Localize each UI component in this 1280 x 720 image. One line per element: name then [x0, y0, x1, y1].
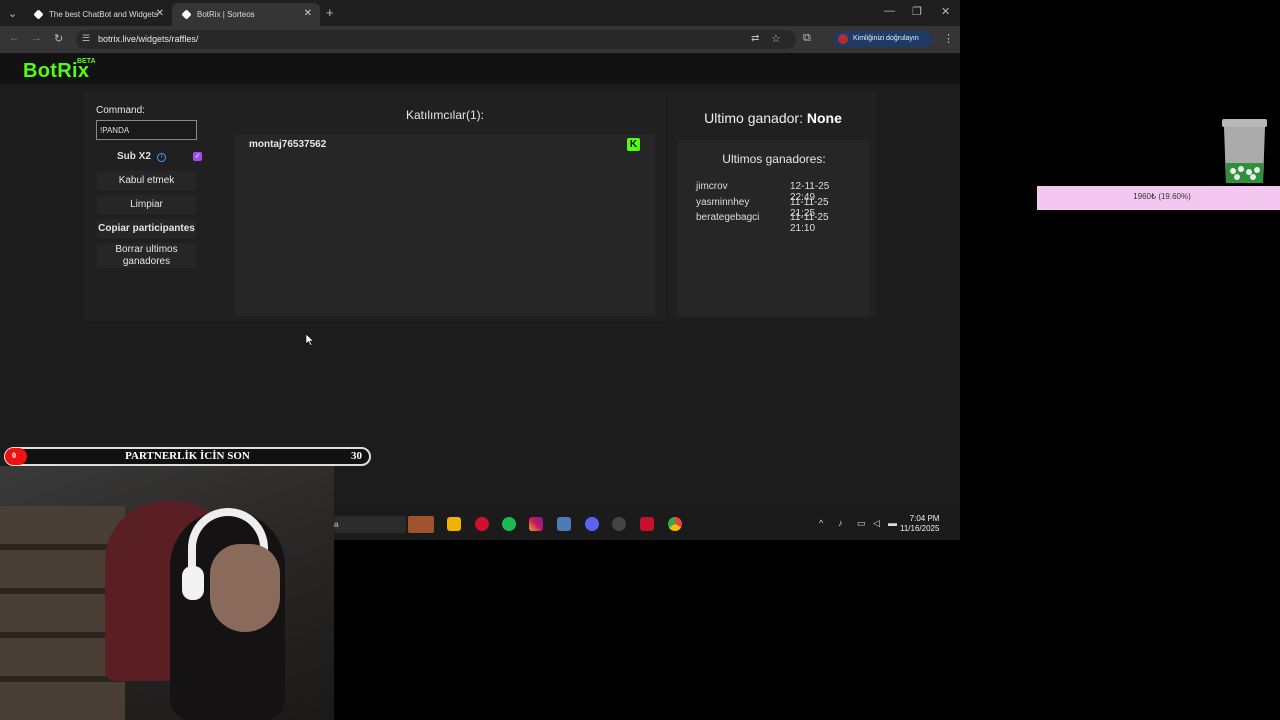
participants-list: [235, 134, 655, 316]
back-icon[interactable]: ←: [9, 32, 20, 44]
close-tab-icon[interactable]: ✕: [304, 8, 312, 19]
sub-x2-label: Sub X2: [117, 151, 151, 162]
tab-search-icon[interactable]: ⌄: [8, 7, 17, 20]
participant-name: montaj76537562: [249, 139, 327, 150]
clear-button[interactable]: Limpiar: [97, 195, 196, 214]
delete-winners-button[interactable]: Borrar ultimos ganadores: [97, 243, 196, 268]
participants-title: Katılımcılar(1):: [405, 108, 484, 122]
beta-badge: BETA: [77, 58, 96, 65]
accept-button[interactable]: Kabul etmek: [97, 171, 196, 190]
winner-name: berategebagci: [696, 212, 760, 223]
app-icon[interactable]: [557, 517, 571, 531]
url-text[interactable]: botrix.live/widgets/raffles/: [98, 34, 198, 44]
last-winner-value: None: [806, 110, 842, 126]
obs-icon[interactable]: [612, 517, 626, 531]
file-explorer-icon[interactable]: [447, 517, 461, 531]
favicon-icon: [181, 9, 192, 20]
partner-count-right: 30: [351, 450, 362, 462]
instagram-icon[interactable]: [529, 517, 543, 531]
profile-avatar: [838, 34, 848, 44]
restore-icon[interactable]: ❐: [912, 5, 922, 18]
last-winner-label: Ultimo ganador:: [704, 110, 803, 126]
tray-chevron-icon[interactable]: ^: [819, 518, 823, 528]
headphone-cup: [182, 566, 204, 600]
last-winner: Ultimo ganador: None: [668, 110, 878, 126]
partner-goal-text: PARTNERLİK İCİN SON: [125, 450, 250, 462]
close-tab-icon[interactable]: ✕: [156, 8, 164, 19]
discord-icon[interactable]: [585, 517, 599, 531]
winners-title: Ultimos ganadores:: [722, 152, 826, 166]
tab-title: BotRix | Sorteos: [197, 10, 255, 19]
webcam-feed: [0, 466, 334, 720]
bookmark-star-icon[interactable]: ☆: [771, 32, 781, 45]
winner-date: 11-11-25 21:10: [790, 212, 829, 234]
mouse-cursor-icon: [306, 334, 314, 346]
translate-icon[interactable]: ⇄: [751, 33, 759, 44]
favicon-icon: [33, 9, 44, 20]
close-window-icon[interactable]: ✕: [941, 5, 950, 18]
clock-time: 7:04 PM: [909, 514, 940, 523]
search-highlight-icon[interactable]: [408, 516, 434, 533]
forward-icon[interactable]: →: [31, 32, 42, 44]
sub-x2-checkbox[interactable]: ✓: [193, 152, 202, 161]
app-red-icon[interactable]: [640, 517, 654, 531]
site-info-icon[interactable]: ☰: [82, 33, 90, 44]
tab-sorteos[interactable]: BotRix | Sorteos ✕: [172, 3, 320, 26]
copy-participants-button[interactable]: Copiar participantes: [97, 219, 196, 238]
microphone-icon[interactable]: ♪: [838, 518, 843, 528]
taskbar-search[interactable]: [334, 516, 406, 533]
volume-icon[interactable]: ◁: [873, 518, 880, 529]
info-icon[interactable]: i: [157, 153, 166, 162]
site-header: [0, 53, 960, 84]
command-input[interactable]: [96, 120, 197, 140]
face: [210, 544, 280, 632]
clock-date: 11/16/2025: [900, 524, 940, 533]
command-label: Command:: [96, 105, 145, 116]
chrome-icon[interactable]: [668, 517, 682, 531]
menu-kebab-icon[interactable]: ⋮: [943, 32, 954, 45]
winner-row: berategebagci 11-11-25 21:10: [696, 212, 856, 234]
tab-chatbot[interactable]: The best ChatBot and Widgets ✕: [24, 3, 172, 26]
reload-icon[interactable]: ↻: [54, 32, 63, 45]
network-icon[interactable]: ▭: [857, 518, 866, 529]
clock[interactable]: 7:04 PM 11/16/2025: [900, 514, 939, 534]
opera-icon[interactable]: [475, 517, 489, 531]
tip-jar-icon: [1222, 119, 1267, 183]
donation-goal-text: 1960₺ (19.60%): [1133, 192, 1191, 201]
new-tab-icon[interactable]: +: [326, 5, 334, 20]
minimize-icon[interactable]: —: [884, 5, 895, 17]
kick-icon: K: [627, 138, 640, 151]
spotify-icon[interactable]: [502, 517, 516, 531]
profile-label: Kimliğinizi doğrulayın: [853, 35, 919, 42]
taskbar-search-text: a: [334, 520, 339, 529]
tab-title: The best ChatBot and Widgets: [49, 10, 158, 19]
battery-icon[interactable]: ▬: [888, 518, 897, 528]
extensions-icon[interactable]: ⧉: [803, 32, 811, 45]
